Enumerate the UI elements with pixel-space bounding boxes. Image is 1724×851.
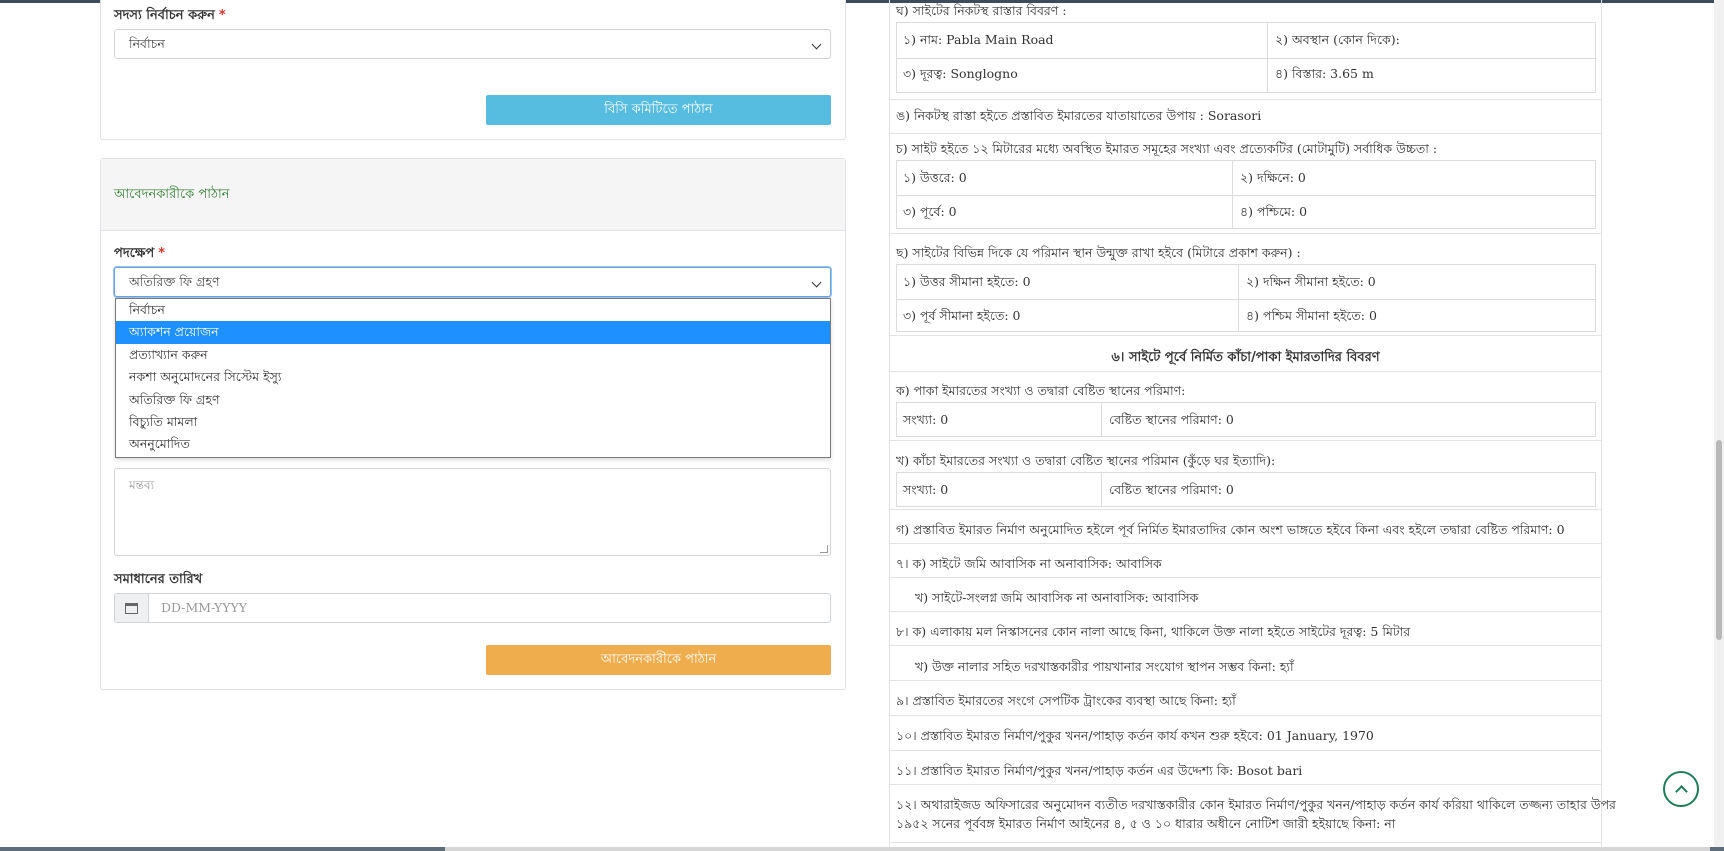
resolution-date-label: সমাধানের তারিখ xyxy=(114,572,203,587)
pucca-count: সংখ্যা: 0 xyxy=(903,412,949,427)
chevron-up-icon xyxy=(1675,785,1688,798)
septic-text: ৯। প্রস্তাবিত ইমারতের সংগে সেপটিক ট্রাংক… xyxy=(896,693,1236,708)
section6-title: ৬। সাইটে পূর্বে নির্মিত কাঁচা/পাকা ইমারত… xyxy=(1111,350,1380,365)
dropdown-option[interactable]: নির্বাচন xyxy=(116,299,830,321)
chevron-down-icon xyxy=(811,39,822,50)
drain-b: খ) উক্ত নালার সহিত দরখাস্তকারীর পায়খানা… xyxy=(915,659,1294,674)
west-count: ৪) পশ্চিমে: 0 xyxy=(1240,204,1308,219)
dropdown-option[interactable]: প্রত্যাখ্যান করুন xyxy=(116,344,830,366)
calendar-icon[interactable] xyxy=(115,594,149,622)
east-count: ৩) পূর্বে: 0 xyxy=(903,204,957,219)
open-space-heading: ছ) সাইটের বিভিন্ন দিকে যে পরিমান স্থান উ… xyxy=(896,245,1301,260)
purpose-text: ১১। প্রস্তাবিত ইমারত নির্মাণ/পুকুর খনন/প… xyxy=(896,763,1303,778)
drain-a: ৮। ক) এলাকায় মল নিস্কাসনের কোন নালা আছে… xyxy=(896,624,1411,639)
bottom-border xyxy=(0,847,1724,851)
kutcha-count: সংখ্যা: 0 xyxy=(903,482,949,497)
member-select[interactable]: নির্বাচন xyxy=(114,29,831,59)
south-boundary: ২) দক্ষিন সীমানা হইতে: 0 xyxy=(1246,274,1376,289)
notice-line-2: ১৯৫২ সনের পূর্ববঙ্গ ইমারত নির্মাণ আইনের … xyxy=(896,816,1396,831)
send-to-bc-committee-button[interactable]: বিসি কমিটিতে পাঠান xyxy=(486,95,831,125)
dropdown-option[interactable]: নকশা অনুমোদনের সিস্টেম ইস্যু xyxy=(116,366,830,388)
resize-handle[interactable] xyxy=(820,545,828,553)
land-use-a: ৭। ক) সাইটে জমি আবাসিক না অনাবাসিক: আবাস… xyxy=(896,556,1162,571)
start-date-text: ১০। প্রস্তাবিত ইমারত নির্মাণ/পুকুর খনন/প… xyxy=(896,728,1374,743)
north-count: ১) উত্তরে: 0 xyxy=(903,170,967,185)
scrollbar-thumb[interactable] xyxy=(1716,440,1722,640)
east-boundary: ৩) পূর্ব সীমানা হইতে: 0 xyxy=(903,308,1021,323)
chevron-down-icon xyxy=(811,277,822,288)
north-boundary: ১) উত্তর সীমানা হইতে: 0 xyxy=(903,274,1031,289)
access-mode: ঙ) নিকটস্থ রাস্তা হইতে প্রস্তাবিত ইমারতে… xyxy=(896,108,1262,123)
open-space-table: ১) উত্তর সীমানা হইতে: 0 ২) দক্ষিন সীমানা… xyxy=(896,264,1596,332)
pucca-table: সংখ্যা: 0 বেষ্টিত স্থানের পরিমাণ: 0 xyxy=(896,402,1596,437)
panel-title: আবেদনকারীকে পাঠান xyxy=(114,187,230,202)
nearby-buildings-heading: চ) সাইট হইতে ১২ মিটারের মধ্যে অবস্থিত ইম… xyxy=(896,141,1438,156)
action-select[interactable]: অতিরিক্ত ফি গ্রহণ xyxy=(114,267,831,297)
demolish-text: গ) প্রস্তাবিত ইমারত নির্মাণ অনুমোদিত হইল… xyxy=(896,522,1565,537)
resolution-date-field[interactable]: DD-MM-YYYY xyxy=(114,593,831,623)
back-to-top-button[interactable] xyxy=(1663,771,1699,807)
dropdown-option[interactable]: অননুমোদিত xyxy=(116,433,830,455)
dropdown-option[interactable]: বিচ্যুতি মামলা xyxy=(116,411,830,433)
south-count: ২) দক্ষিনে: 0 xyxy=(1240,170,1306,185)
kutcha-area: বেষ্টিত স্থানের পরিমাণ: 0 xyxy=(1109,482,1234,497)
kutcha-heading: খ) কাঁচা ইমারতের সংখ্যা ও তদ্বারা বেষ্টি… xyxy=(896,453,1276,468)
nearby-buildings-table: ১) উত্তরে: 0 ২) দক্ষিনে: 0 ৩) পূর্বে: 0 … xyxy=(896,160,1596,229)
west-boundary: ৪) পশ্চিম সীমানা হইতে: 0 xyxy=(1246,308,1377,323)
panel-header: আবেদনকারীকে পাঠান xyxy=(101,159,845,231)
kutcha-table: সংখ্যা: 0 বেষ্টিত স্থানের পরিমাণ: 0 xyxy=(896,472,1596,507)
action-select-label: পদক্ষেপ * xyxy=(114,246,166,261)
pucca-heading: ক) পাকা ইমারতের সংখ্যা ও তদ্বারা বেষ্টিত… xyxy=(896,383,1186,398)
road-table: ১) নাম: Pabla Main Road ২) অবস্থান (কোন … xyxy=(896,22,1596,93)
page-scrollbar[interactable] xyxy=(1714,0,1724,847)
land-use-b: খ) সাইটে-সংলগ্ন জমি আবাসিক না অনাবাসিক: … xyxy=(915,590,1199,605)
road-distance: ৩) দূরত্ব: Songlogno xyxy=(903,66,1018,81)
road-heading: ঘ) সাইটের নিকটস্থ রাস্তার বিবরণ : xyxy=(896,3,1067,18)
send-to-applicant-button[interactable]: আবেদনকারীকে পাঠান xyxy=(486,645,831,675)
notice-line-1: ১২। অথারাইজড অফিসারের অনুমোদন ব্যতীত দরখ… xyxy=(896,797,1616,812)
road-name: ১) নাম: Pabla Main Road xyxy=(903,32,1054,47)
action-select-dropdown: নির্বাচন অ্যাকশন প্রয়োজন প্রত্যাখ্যান ক… xyxy=(115,298,831,458)
dropdown-option-highlighted[interactable]: অ্যাকশন প্রয়োজন xyxy=(116,321,830,344)
member-select-label: সদস্য নির্বাচন করুন * xyxy=(114,8,226,23)
pucca-area: বেষ্টিত স্থানের পরিমাণ: 0 xyxy=(1109,412,1234,427)
road-width: ৪) বিস্তার: 3.65 m xyxy=(1275,66,1374,81)
road-position: ২) অবস্থান (কোন দিকে): xyxy=(1275,32,1400,47)
comment-textarea[interactable]: মন্তব্য xyxy=(114,468,831,556)
dropdown-option[interactable]: অতিরিক্ত ফি গ্রহণ xyxy=(116,389,830,411)
